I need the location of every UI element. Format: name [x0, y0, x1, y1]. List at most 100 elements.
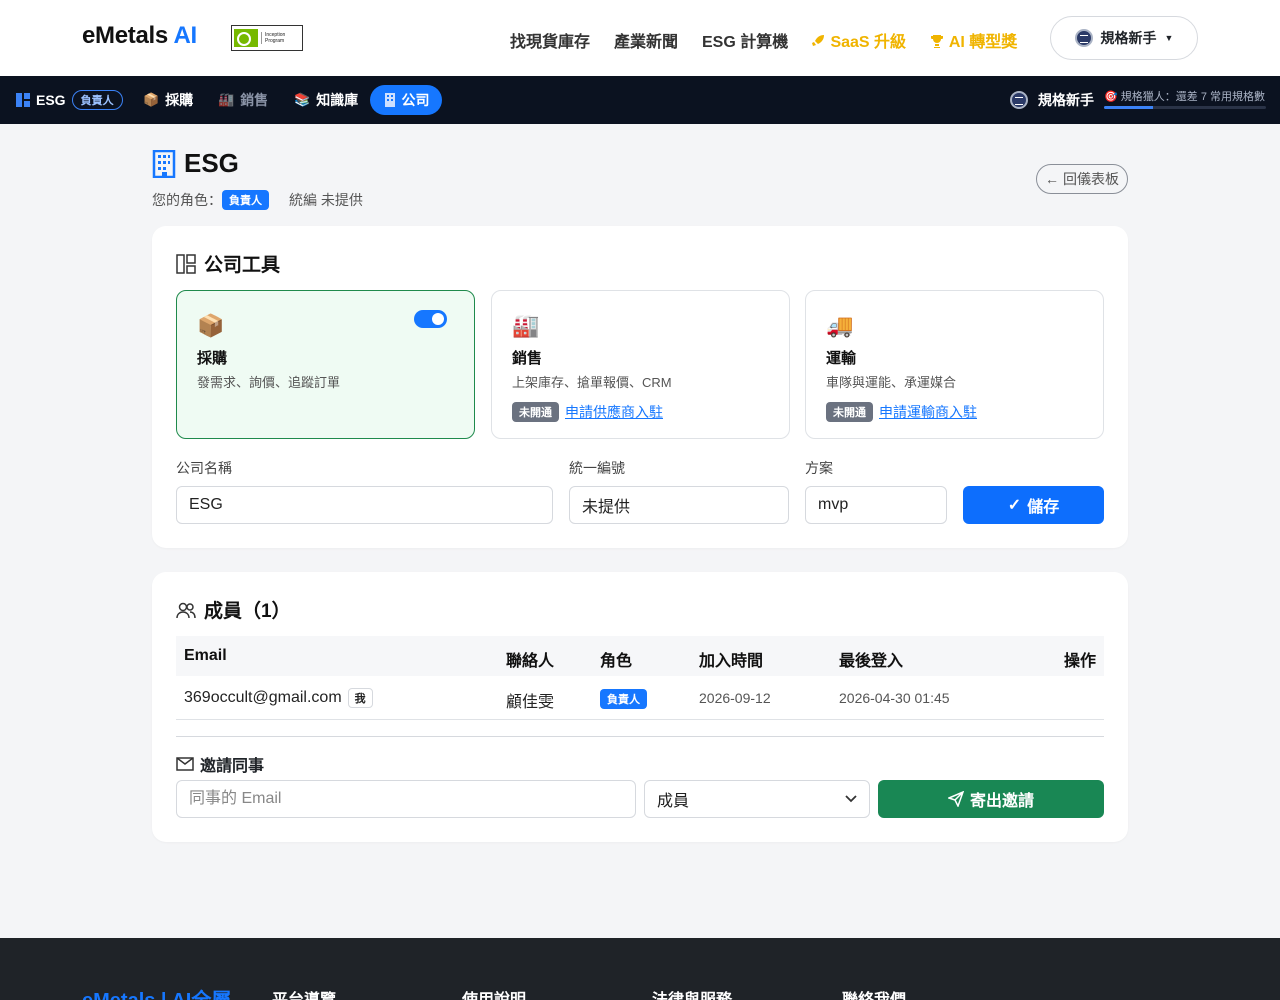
tool-procurement[interactable]: 📦 採購 發需求、詢價、追蹤訂單 — [176, 290, 475, 439]
footer-col-legal: 法律與服務 — [652, 986, 732, 1000]
member-contact: 顧佳雯 — [506, 694, 555, 711]
col-email: Email — [184, 647, 227, 664]
subnav-company-label: 公司 — [401, 92, 430, 108]
save-label: 儲存 — [1027, 499, 1060, 516]
subnav-user-level-label: 規格新手 — [1038, 92, 1094, 108]
tool-name: 運輸 — [826, 350, 857, 367]
save-button[interactable]: ✓ 儲存 — [963, 486, 1104, 524]
col-role: 角色 — [600, 653, 633, 670]
tax-id-input[interactable]: 未提供 — [569, 486, 789, 524]
people-icon — [176, 602, 196, 618]
progress-bar — [1104, 106, 1266, 109]
divider — [176, 736, 1104, 737]
members-card-title: 成員（1） — [176, 596, 291, 623]
level-avatar-icon — [1010, 91, 1028, 109]
send-invite-label: 寄出邀請 — [969, 793, 1034, 810]
subnav-company-active[interactable]: 公司 — [370, 85, 442, 115]
factory-icon: 🏭 — [218, 92, 235, 107]
back-label: 回儀表板 — [1063, 171, 1119, 187]
invite-email-input[interactable] — [176, 780, 636, 818]
members-title-text: 成員（1） — [204, 601, 291, 622]
member-role-badge: 負責人 — [600, 689, 647, 709]
tool-transport: 🚚 運輸 車隊與運能、承運媒合 未開通 申請運輸商入駐 — [805, 290, 1104, 439]
progress-fill — [1104, 106, 1153, 109]
partner-badge-text: Inception Program — [260, 32, 300, 44]
invite-title: 邀請同事 — [176, 752, 264, 776]
footer-brand[interactable]: eMetals | AI全屬 — [82, 984, 231, 1000]
subnav-knowledge-label: 知識庫 — [316, 92, 359, 108]
chevron-down-icon — [845, 795, 857, 803]
page-title: ESG — [152, 148, 239, 179]
truck-icon: 🚚 — [826, 313, 854, 338]
nav-news[interactable]: 產業新聞 — [614, 28, 678, 52]
back-to-dashboard-button[interactable]: ← 回儀表板 — [1036, 164, 1128, 194]
user-menu-label: 規格新手 — [1100, 30, 1157, 46]
me-chip: 我 — [347, 688, 373, 708]
spec-progress: 🎯 規格獵人：還差 7 常用規格數 — [1104, 88, 1266, 109]
company-name-input[interactable]: ESG — [176, 486, 553, 524]
nvidia-inception-badge: Inception Program — [231, 25, 303, 51]
arrow-left-icon: ← — [1045, 171, 1059, 187]
role-prefix: 您的角色： — [152, 192, 222, 208]
check-icon: ✓ — [1007, 497, 1022, 514]
workspace-company[interactable]: ESG 負責人 — [16, 76, 123, 124]
subnav-procurement[interactable]: 📦 採購 — [143, 76, 193, 124]
office-building-icon — [152, 149, 176, 178]
workspace-nav: ESG 負責人 📦 採購 🏭 銷售 📚 知識庫 公司 規格新手 — [0, 76, 1280, 124]
tools-title-text: 公司工具 — [204, 255, 281, 276]
nav-saas-label: SaaS 升級 — [830, 34, 907, 51]
tool-desc: 上架庫存、搶單報價、CRM — [512, 375, 672, 390]
not-enabled-badge: 未開通 — [826, 402, 873, 422]
invite-role-select[interactable]: 成員 — [644, 780, 870, 818]
tax-id-text: 統編 未提供 — [289, 192, 363, 208]
apply-carrier-link[interactable]: 申請運輸商入駐 — [879, 402, 977, 422]
invite-role-value: 成員 — [657, 793, 690, 810]
nav-esg-calculator[interactable]: ESG 計算機 — [702, 28, 788, 52]
factory-icon: 🏭 — [512, 313, 540, 338]
send-invite-button[interactable]: 寄出邀請 — [878, 780, 1104, 818]
col-last-login: 最後登入 — [839, 653, 904, 670]
nvidia-logo-icon — [234, 29, 258, 47]
company-name-label: 公司名稱 — [176, 460, 232, 476]
progress-text: 規格獵人：還差 7 常用規格數 — [1120, 91, 1265, 103]
tool-status: 未開通 申請運輸商入駐 — [826, 402, 977, 422]
dashboard-icon — [16, 93, 30, 107]
footer-col-contact: 聯絡我們 — [842, 986, 906, 1000]
apply-supplier-link[interactable]: 申請供應商入駐 — [565, 402, 663, 422]
subnav-sales[interactable]: 🏭 銷售 — [218, 76, 268, 124]
nav-saas-upgrade[interactable]: SaaS 升級 — [810, 28, 906, 52]
brand-logo[interactable]: eMetals AI — [82, 22, 197, 50]
nav-inventory[interactable]: 找現貨庫存 — [510, 28, 590, 52]
target-icon: 🎯 — [1104, 91, 1118, 103]
brand-main: eMetals — [82, 22, 168, 49]
member-joined: 2026-09-12 — [699, 690, 771, 706]
workspace-role-chip: 負責人 — [71, 90, 123, 110]
footer-col-guide: 平台導覽 — [272, 986, 336, 1000]
subnav-procurement-label: 採購 — [165, 92, 194, 108]
member-last-login: 2026-04-30 01:45 — [839, 690, 950, 706]
plan-input[interactable]: mvp — [805, 486, 947, 524]
books-icon: 📚 — [294, 92, 311, 107]
col-contact: 聯絡人 — [506, 653, 555, 670]
tool-name: 採購 — [197, 350, 228, 367]
company-tools-card: 公司工具 📦 採購 發需求、詢價、追蹤訂單 🏭 銷售 上架庫存、搶單報價、CRM… — [152, 226, 1128, 548]
subnav-user-level[interactable]: 規格新手 — [1010, 76, 1094, 124]
trophy-icon — [931, 35, 943, 48]
col-actions: 操作 — [1064, 653, 1097, 670]
page-title-text: ESG — [184, 148, 239, 178]
workspace-company-name: ESG — [36, 92, 66, 108]
members-card: 成員（1） Email 聯絡人 角色 加入時間 最後登入 操作 369occul… — [152, 572, 1128, 842]
procurement-toggle[interactable] — [414, 310, 447, 328]
nav-ai-award-label: AI 轉型獎 — [948, 34, 1018, 51]
table-row: 369occult@gmail.com 我 顧佳雯 負責人 2026-09-12… — [176, 676, 1104, 720]
top-header: eMetals AI Inception Program 找現貨庫存 產業新聞 … — [0, 0, 1280, 76]
subnav-knowledge[interactable]: 📚 知識庫 — [294, 76, 358, 124]
nav-ai-award[interactable]: AI 轉型獎 — [929, 28, 1017, 52]
send-icon — [947, 791, 964, 807]
user-menu-button[interactable]: 規格新手 ▼ — [1050, 16, 1198, 60]
member-email-text: 369occult@gmail.com — [184, 689, 342, 706]
tool-sales: 🏭 銷售 上架庫存、搶單報價、CRM 未開通 申請供應商入駐 — [491, 290, 790, 439]
table-header: Email 聯絡人 角色 加入時間 最後登入 操作 — [176, 636, 1104, 676]
tool-desc: 車隊與運能、承運媒合 — [826, 375, 957, 390]
user-avatar-icon — [1074, 29, 1093, 47]
